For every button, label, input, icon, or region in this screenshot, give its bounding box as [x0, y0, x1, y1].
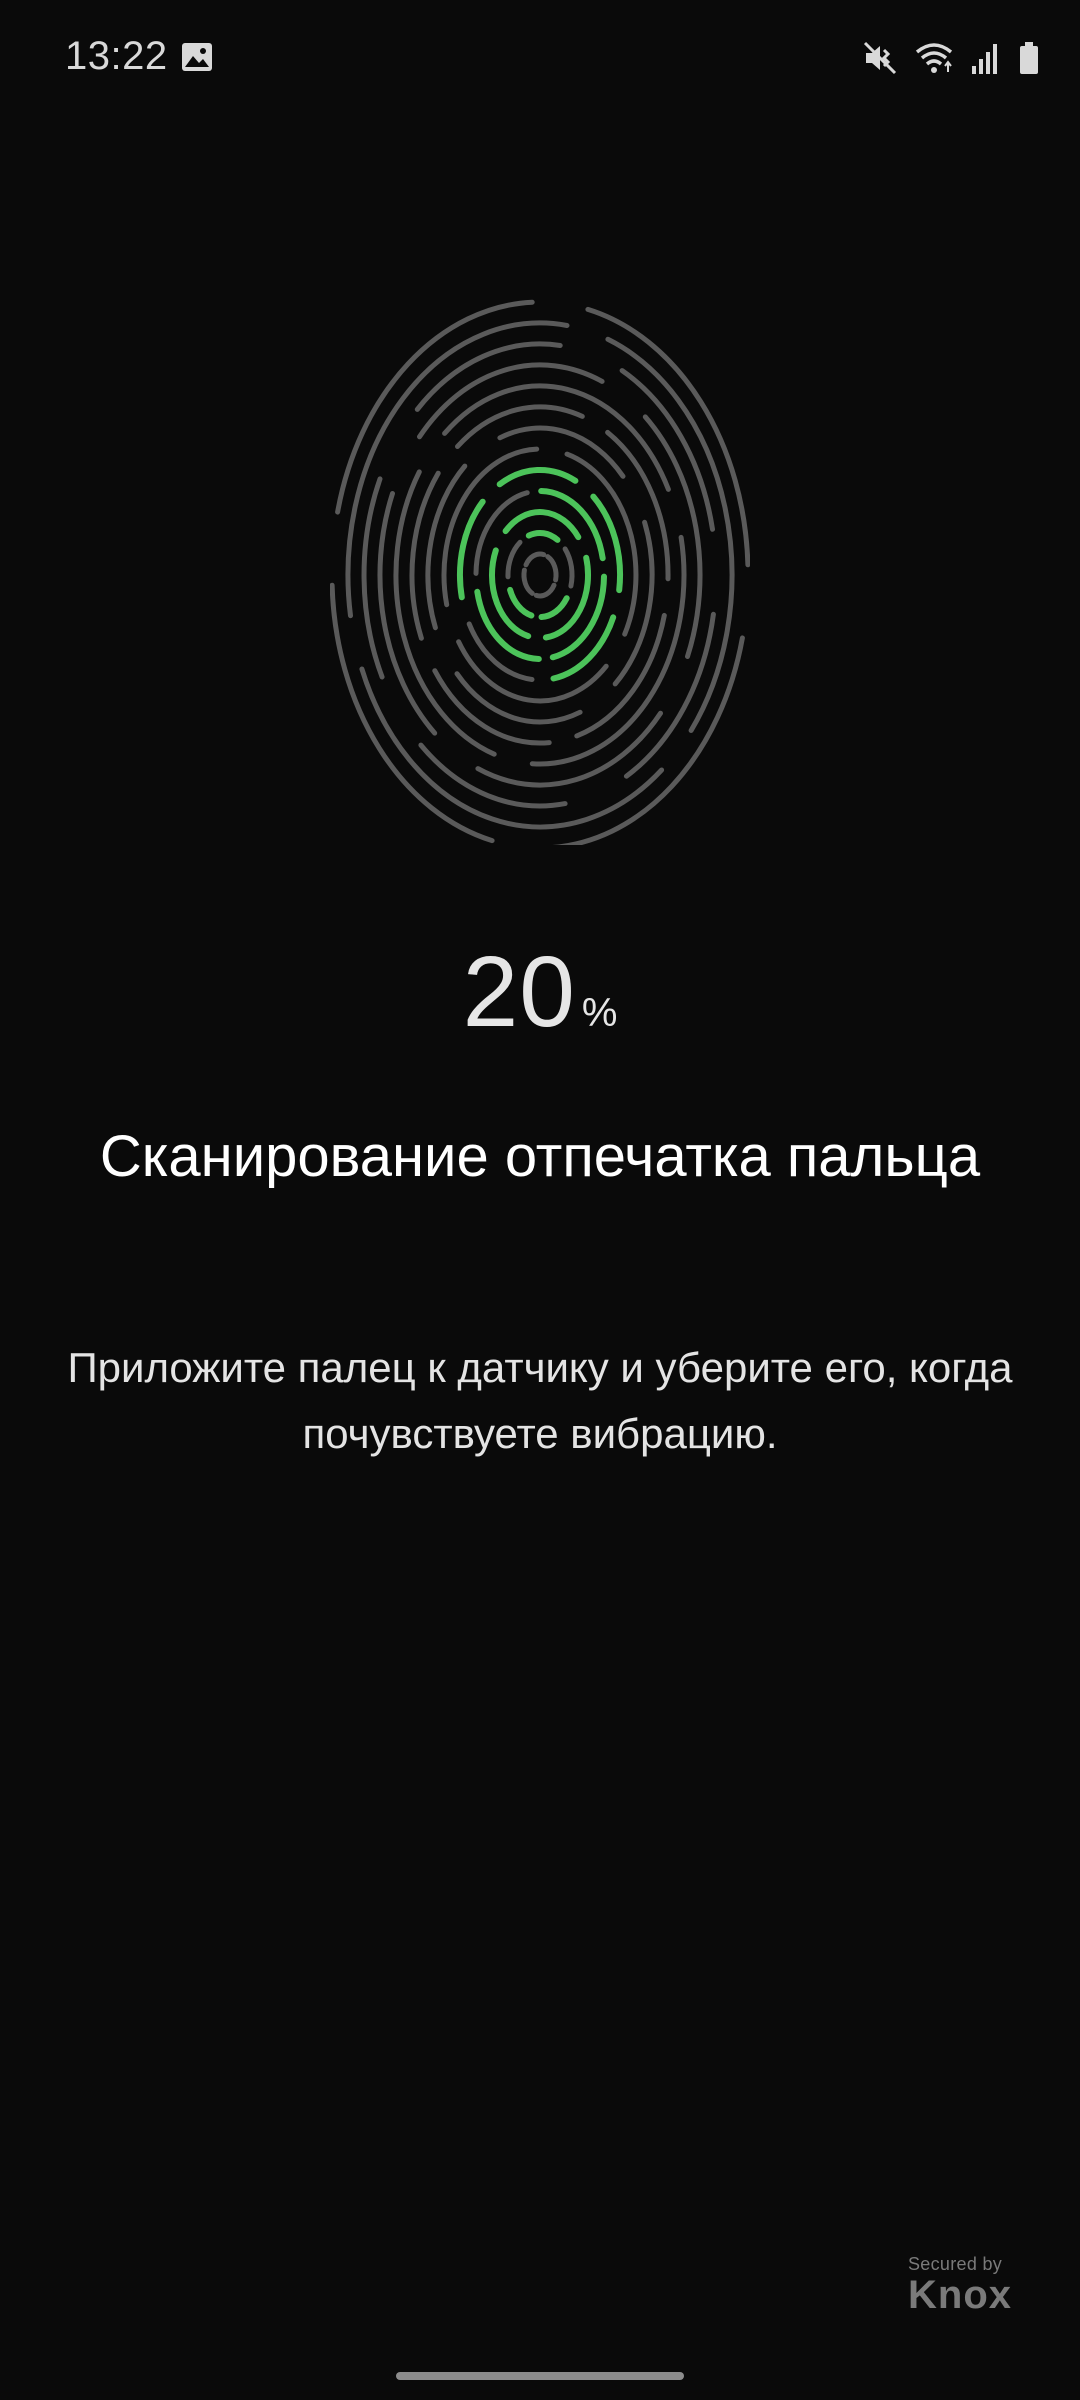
status-icons	[862, 38, 1040, 78]
progress-unit: %	[581, 991, 618, 1035]
scan-progress: 20%	[0, 935, 1080, 1050]
fingerprint-ridge	[505, 539, 523, 580]
knox-logo: Secured by Knox	[908, 2254, 1012, 2318]
fingerprint-ridge	[456, 639, 609, 704]
battery-icon	[1020, 42, 1038, 74]
fingerprint-ridge	[521, 567, 535, 596]
fingerprint-ridge	[545, 554, 559, 583]
mute-icon	[863, 41, 897, 75]
fingerprint-ridge	[455, 404, 585, 449]
fingerprint-icon	[330, 299, 750, 845]
fingerprint-ridge	[523, 551, 547, 568]
navigation-handle[interactable]	[396, 2372, 684, 2380]
status-time: 13:22	[65, 34, 168, 78]
instruction-text: Приложите палец к датчику и уберите его,…	[67, 1344, 1013, 1457]
wifi-icon	[915, 43, 953, 73]
gallery-icon	[182, 43, 212, 71]
fingerprint-ridge	[496, 466, 579, 488]
signal-icon	[972, 44, 997, 74]
fingerprint-ridge	[538, 595, 570, 620]
page-title: Сканирование отпечатка пальца	[99, 1124, 981, 1189]
fingerprint-ridge	[475, 710, 663, 788]
fingerprint-ridge	[525, 529, 561, 543]
fingerprint-ridge	[393, 469, 497, 757]
knox-secured-label: Secured by	[908, 2254, 1003, 2274]
fingerprint-ridge	[562, 546, 575, 589]
status-bar: 13:22	[0, 0, 1080, 120]
fingerprint-ridge	[377, 491, 438, 736]
fingerprint-ridge	[533, 582, 557, 599]
progress-value: 20	[462, 936, 576, 1048]
knox-wordmark: Knox	[908, 2273, 1012, 2317]
fingerprint-ridge	[507, 586, 535, 619]
